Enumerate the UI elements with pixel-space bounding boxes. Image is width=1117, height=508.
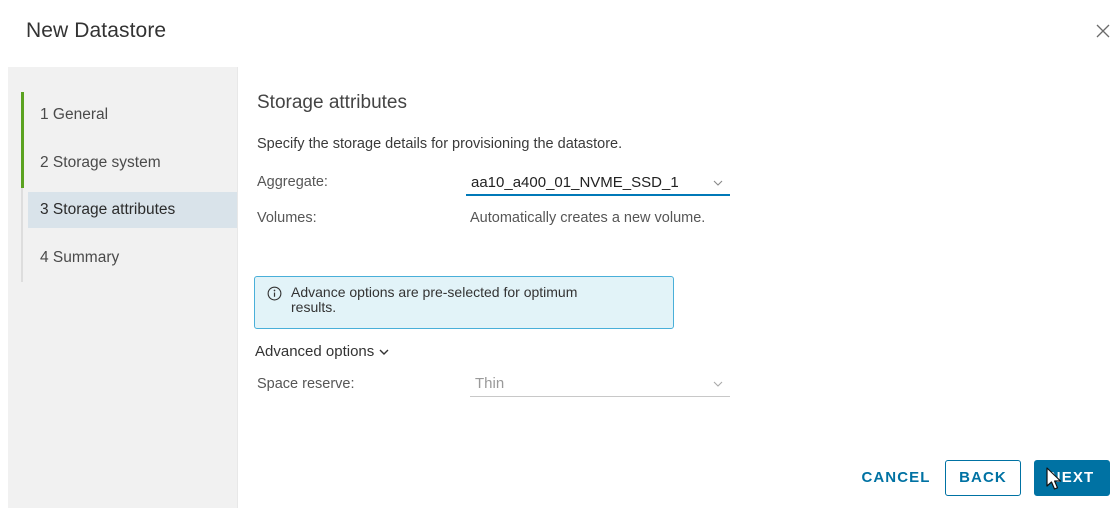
wizard-step-storage-attributes[interactable]: 3 Storage attributes [28, 192, 237, 228]
dialog-title: New Datastore [26, 19, 167, 42]
chevron-down-icon [379, 349, 389, 356]
space-reserve-select[interactable]: Thin [470, 373, 730, 397]
cancel-button[interactable]: CANCEL [852, 460, 940, 496]
aggregate-label: Aggregate: [257, 174, 328, 190]
wizard-nav [8, 67, 238, 508]
volumes-value: Automatically creates a new volume. [470, 210, 706, 226]
space-reserve-label: Space reserve: [257, 376, 355, 392]
close-icon[interactable] [1093, 21, 1113, 41]
aggregate-value: aa10_a400_01_NVME_SSD_1 [471, 174, 679, 191]
advanced-options-toggle[interactable]: Advanced options [255, 343, 390, 360]
back-button[interactable]: BACK [945, 460, 1021, 496]
wizard-step-storage-system[interactable]: 2 Storage system [28, 145, 237, 181]
info-alert-text: Advance options are pre-selected for opt… [291, 284, 578, 315]
aggregate-select[interactable]: aa10_a400_01_NVME_SSD_1 [466, 172, 730, 196]
wizard-step-general[interactable]: 1 General [28, 97, 237, 133]
advanced-options-label: Advanced options [255, 343, 375, 360]
new-datastore-dialog: New Datastore 1 General 2 Storage system… [0, 0, 1117, 508]
info-circle-icon [267, 286, 282, 301]
chevron-down-icon [712, 176, 724, 188]
space-reserve-value: Thin [475, 375, 505, 392]
volumes-label: Volumes: [257, 210, 317, 226]
chevron-down-icon [712, 377, 724, 389]
next-button[interactable]: NEXT [1034, 460, 1110, 496]
wizard-step-summary[interactable]: 4 Summary [28, 240, 237, 276]
page-description: Specify the storage details for provisio… [257, 136, 623, 152]
wizard-progress-completed [21, 92, 24, 188]
page-title: Storage attributes [257, 92, 407, 113]
info-alert: Advance options are pre-selected for opt… [254, 276, 674, 329]
